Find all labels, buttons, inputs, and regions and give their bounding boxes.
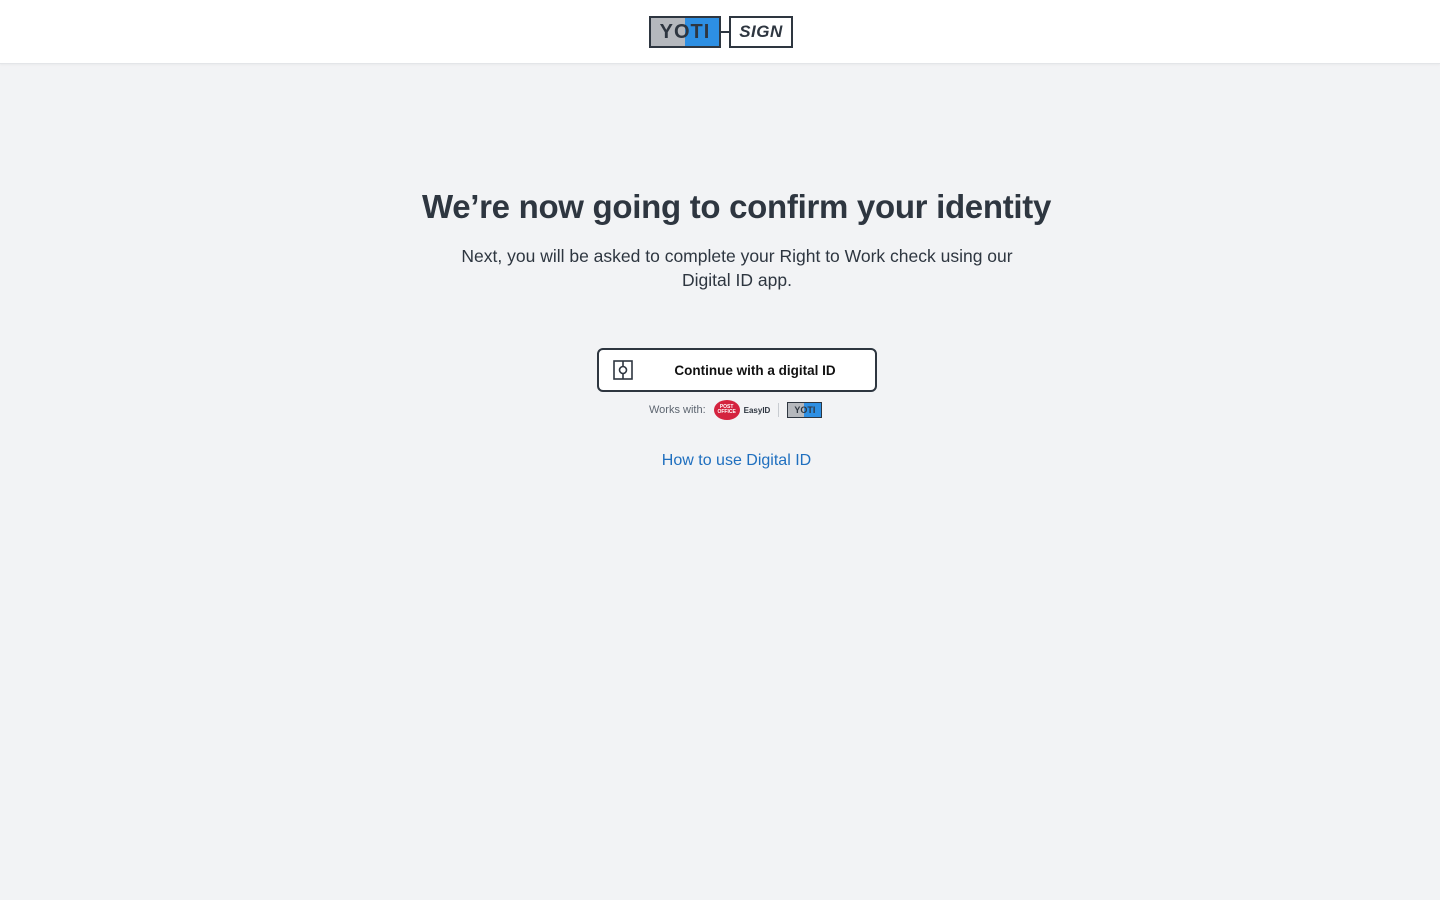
partner-divider xyxy=(778,403,780,417)
digital-id-icon xyxy=(613,360,633,380)
post-office-logo: POST OFFICE xyxy=(713,400,740,420)
yoti-partner-logo: YOTI xyxy=(787,402,823,418)
works-with-label: Works with: xyxy=(649,404,706,416)
continue-digital-id-button[interactable]: Continue with a digital ID xyxy=(597,348,877,392)
easyid-label: EasyID xyxy=(743,405,771,415)
how-to-use-digital-id-link[interactable]: How to use Digital ID xyxy=(0,452,1440,470)
top-bar: YOTI SIGN xyxy=(0,0,1440,64)
page-title: We’re now going to confirm your identity xyxy=(421,188,1052,225)
yoti-logo-text: YOTI xyxy=(659,20,711,43)
sign-logo-text: SIGN xyxy=(729,16,793,48)
yoti-sign-logo: YOTI SIGN xyxy=(649,16,793,48)
works-with-row: Works with: POST OFFICE EasyID YOTI xyxy=(649,399,823,421)
yoti-logo: YOTI xyxy=(649,16,721,48)
continue-digital-id-label: Continue with a digital ID xyxy=(674,362,836,378)
page-subtitle: Next, you will be asked to complete your… xyxy=(461,246,1013,290)
